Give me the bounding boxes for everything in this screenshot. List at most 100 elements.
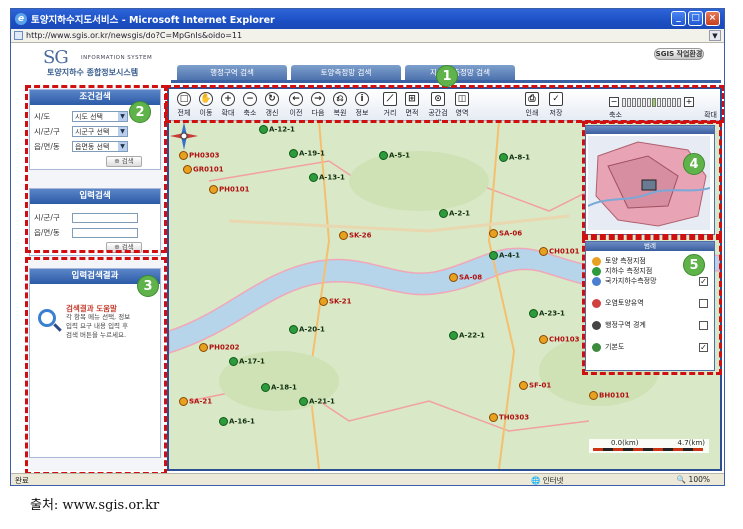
groundwater-site-icon bbox=[529, 309, 538, 318]
logo-subtitle: 토양지하수 종합정보시스템 bbox=[47, 68, 139, 77]
map-marker-label: A-13-1 bbox=[319, 173, 345, 182]
map-marker-label: CH0103 bbox=[549, 335, 580, 344]
map-marker-label: A-16-1 bbox=[229, 417, 255, 426]
scale-left: 0.0(km) bbox=[611, 439, 639, 447]
status-bar: 완료 🌐 인터넷 🔍 100% bbox=[11, 473, 724, 485]
sgis-logo[interactable]: SG INFORMATION SYSTEM 토양지하수 종합정보시스템 bbox=[41, 47, 171, 77]
map-marker-label: CH0101 bbox=[549, 247, 580, 256]
tab-soil-search[interactable]: 토양측정망 검색 bbox=[291, 65, 401, 80]
status-zoom-label: 100% bbox=[688, 475, 710, 484]
search-tabs: 행정구역 검색 토양측정망 검색 지하수 측정망 검색 bbox=[177, 65, 515, 80]
status-zoom[interactable]: 🔍 100% bbox=[677, 475, 710, 484]
map-marker-label: A-5-1 bbox=[389, 151, 410, 160]
soil-site-icon bbox=[183, 165, 192, 174]
map-marker-label: A-23-1 bbox=[539, 309, 565, 318]
map-marker[interactable]: A-18-1 bbox=[261, 383, 297, 392]
groundwater-site-icon bbox=[289, 325, 298, 334]
map-marker[interactable]: SA-08 bbox=[449, 273, 482, 282]
page-icon bbox=[14, 31, 23, 40]
map-marker-label: PH0202 bbox=[209, 343, 240, 352]
minimize-button[interactable]: _ bbox=[671, 11, 686, 26]
map-marker[interactable]: SF-01 bbox=[519, 381, 551, 390]
map-marker-label: A-17-1 bbox=[239, 357, 265, 366]
map-marker[interactable]: A-4-1 bbox=[489, 251, 520, 260]
map-marker-label: SA-08 bbox=[459, 273, 483, 282]
map-marker-label: A-8-1 bbox=[509, 153, 530, 162]
map-marker[interactable]: TH0303 bbox=[489, 413, 529, 422]
map-marker[interactable]: A-16-1 bbox=[219, 417, 255, 426]
annotation-number-3: 3 bbox=[137, 275, 159, 297]
soil-site-icon bbox=[489, 229, 498, 238]
map-marker[interactable]: SA-21 bbox=[179, 397, 212, 406]
url-text[interactable]: http://www.sgis.or.kr/newsgis/do?C=MpGnI… bbox=[26, 31, 709, 40]
map-marker-label: SA-21 bbox=[189, 397, 213, 406]
source-caption: 출처: www.sgis.or.kr bbox=[30, 498, 160, 513]
annotation-box-1 bbox=[165, 85, 724, 123]
soil-site-icon bbox=[179, 397, 188, 406]
soil-site-icon bbox=[589, 391, 598, 400]
map-marker-label: A-4-1 bbox=[499, 251, 520, 260]
address-bar[interactable]: http://www.sgis.or.kr/newsgis/do?C=MpGnI… bbox=[11, 29, 724, 43]
map-marker-label: SF-01 bbox=[529, 381, 552, 390]
map-marker[interactable]: A-12-1 bbox=[259, 125, 295, 134]
title-bar: e 토양지하수지도서비스 - Microsoft Internet Explor… bbox=[11, 9, 724, 29]
park-area bbox=[349, 151, 489, 211]
tab-groundwater-search[interactable]: 지하수 측정망 검색 bbox=[405, 65, 515, 80]
groundwater-site-icon bbox=[219, 417, 228, 426]
map-marker[interactable]: GR0101 bbox=[183, 165, 224, 174]
map-marker[interactable]: A-8-1 bbox=[499, 153, 530, 162]
map-marker[interactable]: A-17-1 bbox=[229, 357, 265, 366]
groundwater-site-icon bbox=[289, 149, 298, 158]
soil-site-icon bbox=[449, 273, 458, 282]
tab-admin-search[interactable]: 행정구역 검색 bbox=[177, 65, 287, 80]
map-marker-label: A-19-1 bbox=[299, 149, 325, 158]
map-marker-label: A-12-1 bbox=[269, 125, 295, 134]
map-marker-label: SA-06 bbox=[499, 229, 523, 238]
map-marker[interactable]: PH0202 bbox=[199, 343, 239, 352]
map-marker[interactable]: A-13-1 bbox=[309, 173, 345, 182]
soil-site-icon bbox=[319, 297, 328, 306]
map-marker-label: A-18-1 bbox=[271, 383, 297, 392]
annotation-box-4 bbox=[582, 121, 722, 237]
map-marker[interactable]: BH0101 bbox=[589, 391, 630, 400]
map-marker-label: GR0101 bbox=[193, 165, 224, 174]
map-marker-label: TH0303 bbox=[499, 413, 530, 422]
close-button[interactable]: × bbox=[705, 11, 720, 26]
map-marker-label: SK-21 bbox=[329, 297, 352, 306]
map-marker[interactable]: SK-26 bbox=[339, 231, 372, 240]
scale-bar-graphic bbox=[593, 448, 703, 451]
map-marker[interactable]: CH0101 bbox=[539, 247, 579, 256]
map-marker[interactable]: A-21-1 bbox=[299, 397, 335, 406]
map-marker-label: A-22-1 bbox=[459, 331, 485, 340]
soil-site-icon bbox=[339, 231, 348, 240]
annotation-number-5: 5 bbox=[683, 254, 705, 276]
status-zone: 🌐 인터넷 bbox=[531, 476, 564, 485]
logo-sg: SG bbox=[43, 47, 69, 68]
map-marker[interactable]: SA-06 bbox=[489, 229, 522, 238]
soil-site-icon bbox=[199, 343, 208, 352]
window-controls: _ □ × bbox=[671, 11, 720, 26]
map-marker[interactable]: A-20-1 bbox=[289, 325, 325, 334]
annotation-number-2: 2 bbox=[129, 101, 151, 123]
groundwater-site-icon bbox=[449, 331, 458, 340]
ie-logo-icon: e bbox=[15, 13, 27, 25]
map-marker[interactable]: PH0303 bbox=[179, 151, 219, 160]
workspace-badge[interactable]: SGIS 작업환경 bbox=[654, 48, 704, 60]
status-text: 완료 bbox=[15, 476, 29, 485]
soil-site-icon bbox=[179, 151, 188, 160]
map-marker[interactable]: CH0103 bbox=[539, 335, 579, 344]
map-marker[interactable]: SK-21 bbox=[319, 297, 352, 306]
map-marker[interactable]: PH0101 bbox=[209, 185, 249, 194]
address-dropdown-icon[interactable]: ▼ bbox=[709, 30, 721, 41]
soil-site-icon bbox=[539, 247, 548, 256]
map-marker[interactable]: A-19-1 bbox=[289, 149, 325, 158]
maximize-button[interactable]: □ bbox=[688, 11, 703, 26]
map-marker[interactable]: A-22-1 bbox=[449, 331, 485, 340]
scale-right: 4.7(km) bbox=[677, 439, 705, 447]
browser-window: e 토양지하수지도서비스 - Microsoft Internet Explor… bbox=[10, 8, 725, 486]
map-marker[interactable]: A-2-1 bbox=[439, 209, 470, 218]
map-marker[interactable]: A-5-1 bbox=[379, 151, 410, 160]
map-marker[interactable]: A-23-1 bbox=[529, 309, 565, 318]
compass-icon bbox=[170, 122, 198, 150]
map-marker-label: A-21-1 bbox=[309, 397, 335, 406]
